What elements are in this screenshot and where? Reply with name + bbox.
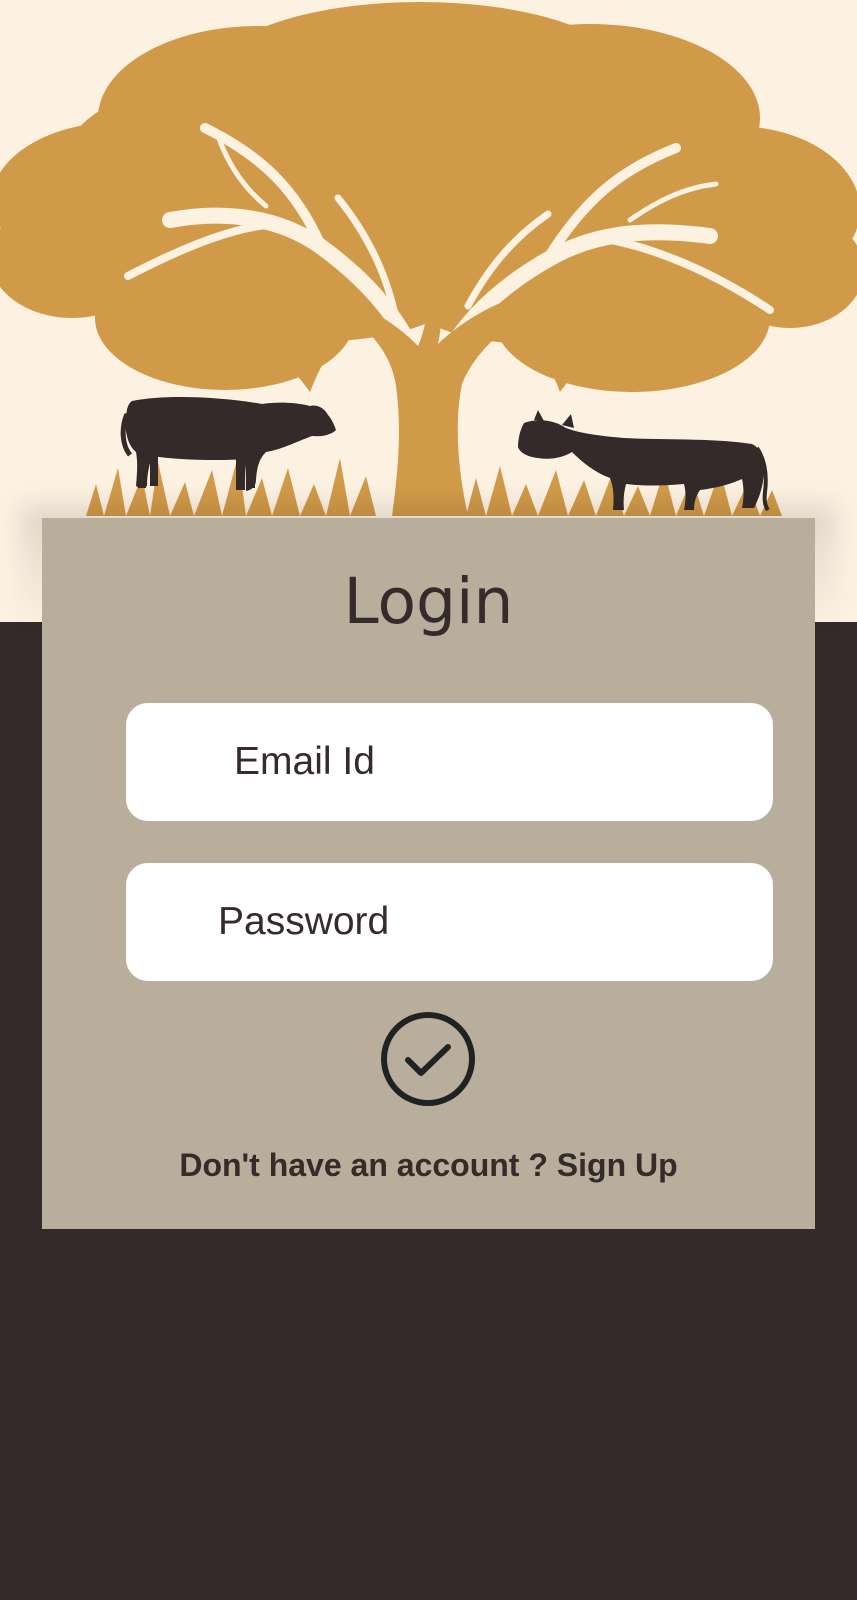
password-field[interactable] <box>126 863 773 981</box>
check-circle-icon <box>381 1012 475 1106</box>
signup-row: Don't have an account ? Sign Up <box>42 1149 815 1181</box>
left-cow-icon <box>120 397 337 491</box>
email-field[interactable] <box>126 703 773 821</box>
password-input[interactable] <box>126 863 773 981</box>
submit-login-button[interactable] <box>380 1011 476 1107</box>
login-card: Login Don't have an account ? Sign Up <box>42 518 815 1229</box>
signup-link[interactable]: Sign Up <box>557 1147 678 1183</box>
login-title: Login <box>343 565 514 638</box>
signup-prompt: Don't have an account ? <box>179 1147 548 1183</box>
email-input[interactable] <box>126 703 773 821</box>
login-screen: Login Don't have an account ? Sign Up <box>0 0 857 1600</box>
